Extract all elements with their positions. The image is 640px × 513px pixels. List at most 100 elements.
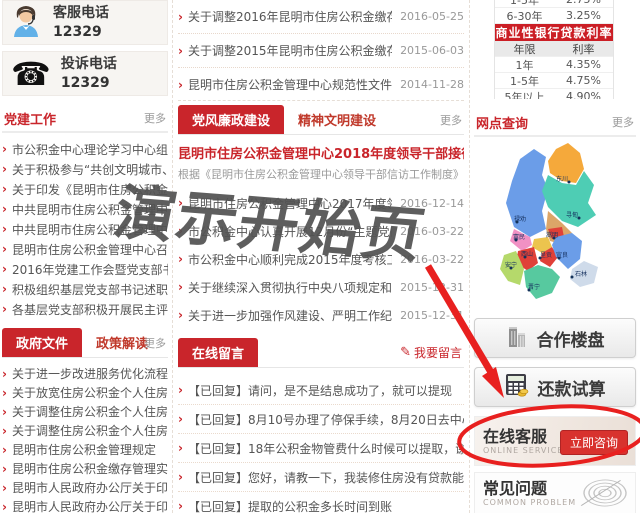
- notice-list-item[interactable]: ›昆明市住房公积金管理中心规范性文件目录2014-11-28: [178, 68, 464, 101]
- list-arrow-icon: ›: [2, 442, 7, 457]
- docs-list-item[interactable]: ›昆明市人民政府办公厅关于印发...: [2, 497, 168, 513]
- online-service-title: 在线客服: [483, 426, 548, 446]
- tab-online-messages[interactable]: 在线留言: [178, 338, 259, 367]
- tab-government-docs[interactable]: 政府文件: [2, 328, 83, 357]
- docs-list-item[interactable]: ›关于进一步改进服务优化流程加...: [2, 364, 168, 383]
- list-arrow-icon: ›: [2, 366, 7, 381]
- list-arrow-icon: ›: [178, 252, 183, 266]
- docs-list-item[interactable]: ›昆明市住房公积金缴存管理实施...: [2, 459, 168, 478]
- list-arrow-icon: ›: [178, 9, 183, 24]
- online-service-card[interactable]: 在线客服 ONLINE SERVICE 立即咨询: [474, 416, 636, 466]
- docs-more-link[interactable]: 更多: [144, 335, 166, 351]
- item-date: 2016-03-22: [400, 252, 464, 266]
- branch-lookup-section: 网点查询 更多 东川 寻甸 禄劝 富民 嵩明 西山 呈贡 宜良 安宁 石林 晋宁: [474, 109, 636, 309]
- service-phone-number: 12329: [53, 23, 102, 40]
- featured-article-excerpt: 根据《昆明市住房公积金管理中心领导干部信访工作制度》（昆公积...: [178, 168, 464, 181]
- service-phone-label: 客服电话: [53, 4, 109, 21]
- online-service-subtitle: ONLINE SERVICE: [483, 446, 564, 456]
- featured-article-title[interactable]: 昆明市住房公积金管理中心2018年度领导干部接待日公示: [178, 143, 464, 162]
- list-arrow-icon: ›: [2, 480, 7, 495]
- party-list-item[interactable]: ›市公积金中心理论学习中心组召...: [2, 139, 168, 159]
- party-section-title: 党建工作: [4, 112, 57, 128]
- notice-list-item[interactable]: ›关于调整2016年昆明市住房公积金缴存工资基...2016-05-25: [178, 0, 464, 34]
- docs-list-item[interactable]: › 昆明市住房公积金管理规定: [2, 440, 168, 459]
- message-list-item[interactable]: › 【已回复】请问，是不是结息成功了，就可以提现: [178, 376, 464, 405]
- building-icon: [506, 323, 528, 354]
- party-list-item[interactable]: ›中共昆明市住房公积金管理中心...: [2, 219, 168, 239]
- map-label: 呈贡: [540, 252, 553, 259]
- party-discipline-section: 党风廉政建设 精神文明建设 更多 昆明市住房公积金管理中心2018年度领导干部接…: [178, 105, 464, 329]
- party-list-item[interactable]: ›2016年党建工作会暨党支部书记...: [2, 259, 168, 279]
- rate-row: 1年 4.35%: [495, 57, 613, 73]
- tab-spiritual-civilization[interactable]: 精神文明建设: [284, 105, 390, 134]
- party-list-item[interactable]: ›关于印发《昆明市住房公积金管...: [2, 179, 168, 199]
- message-list-item[interactable]: › 【已回复】提取的公积金多长时间到账: [178, 492, 464, 513]
- pencil-icon: ✎: [400, 345, 411, 360]
- complaint-phone-number: 12329: [60, 74, 110, 91]
- list-arrow-icon: ›: [2, 423, 7, 438]
- docs-list-item[interactable]: ›关于调整住房公积金个人住房贷...: [2, 402, 168, 421]
- column-divider: [469, 0, 470, 513]
- discipline-list-item[interactable]: ›市公积金中心认真开展12月份“主题党日”工作...2016-03-22: [178, 217, 464, 245]
- map-label: 富民: [513, 234, 526, 241]
- common-problems-card[interactable]: 常见问题 COMMON PROBLEM: [474, 472, 636, 513]
- message-list-item[interactable]: ›【已回复】8月10号办理了停保手续，8月20日去中心提取时告知...: [178, 405, 464, 434]
- discipline-list-item[interactable]: ›关于继续深入贯彻执行中央八项规定和加强作风...2015-12-31: [178, 273, 464, 301]
- list-arrow-icon: ›: [178, 224, 183, 238]
- service-phone-card: 客服电话 12329: [2, 0, 168, 45]
- map-label: 宜良: [556, 252, 569, 259]
- party-list-item[interactable]: ›昆明市住房公积金管理中心召开...: [2, 239, 168, 259]
- list-arrow-icon: ›: [178, 412, 183, 426]
- map-label: 安宁: [505, 262, 518, 269]
- customer-service-agent-icon: [9, 3, 43, 43]
- repayment-calculator-button[interactable]: 还款试算: [474, 367, 636, 407]
- loan-rate-table: 1-5年2.75% 6-30年3.25% 商业性银行贷款利率 年限利率 1年4.…: [474, 0, 636, 99]
- docs-list-item[interactable]: ›昆明市人民政府办公厅关于印发...: [2, 478, 168, 497]
- list-arrow-icon: ›: [2, 404, 7, 419]
- map-label: 石林: [575, 271, 588, 278]
- government-docs-section: 政府文件 政策解读 更多 ›关于进一步改进服务优化流程加... ›关于放宽住房公…: [2, 328, 168, 513]
- discipline-list-item[interactable]: ›昆明市住房公积金管理中心2017年度领导干部...2016-12-14: [178, 189, 464, 217]
- rate-row: 6-30年 3.25%: [495, 8, 613, 24]
- docs-list-item[interactable]: ›关于放宽住房公积金个人住房贷...: [2, 383, 168, 402]
- item-date: 2016-03-22: [400, 224, 464, 238]
- list-arrow-icon: ›: [2, 385, 7, 400]
- map-label: 寻甸: [566, 212, 579, 219]
- cooperative-buildings-button[interactable]: 合作楼盘: [474, 318, 636, 358]
- docs-list-item[interactable]: ›关于调整住房公积金个人住房贷...: [2, 421, 168, 440]
- list-arrow-icon: ›: [2, 302, 7, 316]
- party-list-item[interactable]: ›关于积极参与“共创文明城市、...: [2, 159, 168, 179]
- rate-row: 1-5年 4.75%: [495, 73, 613, 89]
- consult-now-button[interactable]: 立即咨询: [559, 430, 628, 455]
- kunming-district-map[interactable]: 东川 寻甸 禄劝 富民 嵩明 西山 呈贡 宜良 安宁 石林 晋宁: [490, 141, 640, 309]
- list-arrow-icon: ›: [2, 282, 7, 296]
- message-list-item[interactable]: ›【已回复】您好，请教一下，我装修住房没有贷款能否提取公积...: [178, 463, 464, 492]
- discipline-list-item[interactable]: ›市公积金中心顺利完成2015年度考核工作...2016-03-22: [178, 245, 464, 273]
- list-arrow-icon: ›: [2, 202, 7, 216]
- map-label: 西山: [521, 251, 534, 258]
- party-list-item[interactable]: ›各基层党支部积极开展民主评议...: [2, 299, 168, 319]
- online-messages-section: 在线留言 ✎ 我要留言 › 【已回复】请问，是不是结息成功了，就可以提现 › 【已回…: [178, 338, 464, 513]
- leave-message-link[interactable]: ✎ 我要留言: [400, 344, 462, 361]
- map-label: 东川: [556, 176, 569, 183]
- list-arrow-icon: ›: [2, 182, 7, 196]
- tab-party-discipline[interactable]: 党风廉政建设: [178, 105, 285, 134]
- list-arrow-icon: ›: [178, 43, 183, 58]
- branch-more-link[interactable]: 更多: [612, 114, 634, 130]
- list-arrow-icon: ›: [178, 308, 183, 322]
- list-arrow-icon: ›: [178, 383, 183, 397]
- party-more-link[interactable]: 更多: [144, 110, 166, 126]
- branch-lookup-title: 网点查询: [476, 116, 529, 132]
- homepage: 客服电话 12329 ☎ 投诉电话 12329 党建工作 更多 › 市公积金中心理…: [0, 0, 640, 513]
- discipline-list-item[interactable]: ›关于进一步加强作风建设、严明工作纪律的通知2015-12-31: [178, 301, 464, 329]
- list-arrow-icon: ›: [2, 222, 7, 236]
- discipline-more-link[interactable]: 更多: [440, 112, 462, 128]
- notice-list-item[interactable]: ›关于调整2015年昆明市住房公积金缴存工资基...2015-06-03: [178, 34, 464, 68]
- message-list-item[interactable]: › 【已回复】18年公积金物管费什么时候可以提取，谢谢: [178, 434, 464, 463]
- commercial-rate-header: 商业性银行贷款利率: [495, 24, 613, 41]
- map-regions-graphic: [500, 143, 598, 299]
- rate-columns: 年限 利率: [495, 41, 613, 57]
- party-list-item[interactable]: ›积极组织基层党支部书记述职工作: [2, 279, 168, 299]
- item-date: 2016-05-25: [400, 10, 464, 23]
- party-list-item[interactable]: ›中共昆明市住房公积金管理中心...: [2, 199, 168, 219]
